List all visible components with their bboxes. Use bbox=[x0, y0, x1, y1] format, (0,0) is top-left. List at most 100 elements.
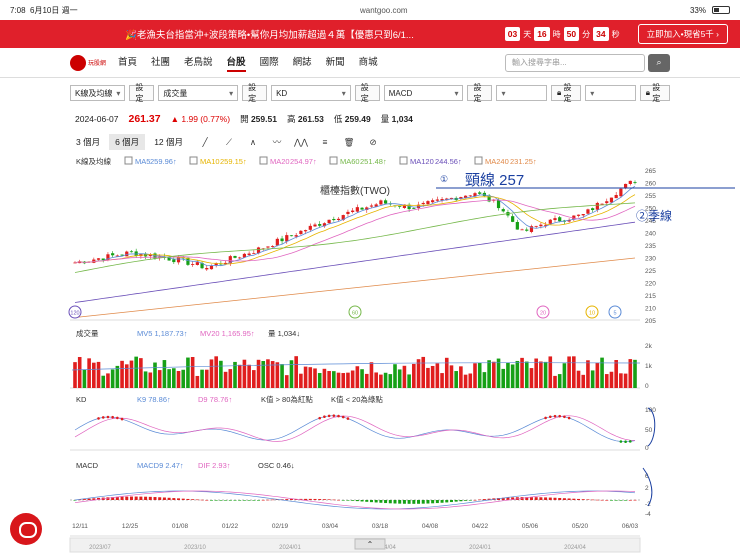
nav-item[interactable]: 網誌 bbox=[293, 54, 312, 72]
volume-bar bbox=[214, 356, 218, 388]
candle-body bbox=[609, 197, 614, 203]
nav-item[interactable]: 老鳥說 bbox=[184, 54, 213, 72]
volume-bar bbox=[539, 361, 543, 388]
countdown-unit: 天 bbox=[523, 29, 532, 39]
search-input[interactable]: 輸入搜尋字串... bbox=[505, 53, 645, 72]
candle-body bbox=[318, 224, 322, 226]
kd-green-dot bbox=[619, 440, 623, 443]
settings-button-5[interactable]: 🔒︎ 設定 bbox=[550, 83, 582, 103]
osc-bar bbox=[120, 496, 124, 500]
candle-body bbox=[346, 211, 350, 214]
select-extra-1[interactable] bbox=[496, 85, 547, 101]
y-tick-price: 230 bbox=[645, 256, 656, 263]
candle-body bbox=[275, 238, 279, 246]
fibonacci-icon[interactable]: ≡ bbox=[317, 135, 333, 149]
osc-bar bbox=[473, 499, 477, 501]
settings-button-1[interactable]: 設定 bbox=[129, 83, 155, 103]
volume-bar bbox=[487, 360, 491, 388]
select-volume[interactable]: 成交量 bbox=[158, 85, 239, 101]
select-extra-2[interactable] bbox=[585, 85, 636, 101]
ma-checkbox bbox=[189, 156, 198, 165]
osc-bar bbox=[134, 496, 138, 500]
chat-help-button[interactable] bbox=[10, 513, 42, 545]
candle-body bbox=[111, 253, 115, 256]
volume-bar bbox=[252, 370, 256, 388]
ma120-line bbox=[74, 221, 636, 303]
osc-bar bbox=[624, 500, 628, 501]
volume-bar bbox=[586, 360, 590, 388]
osc-bar bbox=[544, 497, 548, 500]
nav-item[interactable]: 國際 bbox=[260, 54, 279, 72]
eye-off-icon[interactable]: ⊘ bbox=[365, 135, 381, 149]
settings-button-2[interactable]: 設定 bbox=[242, 83, 268, 103]
candle-body bbox=[266, 246, 270, 248]
vol-value: 1,034 bbox=[391, 114, 413, 124]
volume-bar bbox=[120, 360, 124, 388]
kd-red-dot bbox=[332, 414, 336, 417]
osc-bar bbox=[351, 500, 355, 501]
search-button[interactable]: ⌕ bbox=[648, 53, 670, 72]
trash-icon[interactable]: 🗑︎ bbox=[341, 135, 357, 149]
osc-bar bbox=[595, 499, 599, 501]
nav-item[interactable]: 首頁 bbox=[118, 54, 137, 72]
select-kd[interactable]: KD bbox=[271, 85, 351, 101]
promo-banner[interactable]: 🎉老漁夫台指當沖+波段策略•幫你月均加薪超過４萬【優惠只到6/1... 03 天 1… bbox=[0, 20, 740, 48]
volume-bar bbox=[350, 370, 355, 388]
range-tab-12m[interactable]: 12 個月 bbox=[148, 134, 189, 150]
volume-bar bbox=[383, 372, 388, 388]
quote-price: 261.37 bbox=[128, 113, 161, 125]
osc-bar bbox=[449, 500, 453, 503]
macd-panel-title: MACD bbox=[76, 461, 99, 470]
volume-bar bbox=[402, 365, 407, 388]
select-macd[interactable]: MACD bbox=[383, 85, 464, 101]
volume-bar bbox=[313, 368, 317, 388]
site-logo[interactable]: 玩股網 bbox=[70, 52, 110, 74]
osc-bar bbox=[337, 499, 341, 501]
settings-button-4[interactable]: 設定 bbox=[467, 83, 493, 103]
x-tick: 03/18 bbox=[372, 523, 389, 530]
ray-line-icon[interactable]: ⟋ bbox=[221, 135, 237, 149]
join-button[interactable]: 立即加入•現省5千 › bbox=[637, 24, 728, 44]
osc-bar bbox=[346, 500, 350, 501]
osc-bar bbox=[313, 498, 317, 500]
trendline-icon[interactable]: ╱ bbox=[197, 135, 213, 149]
vol-panel-title: 成交量 bbox=[76, 328, 99, 338]
candle-body bbox=[369, 205, 374, 207]
candle-body bbox=[511, 216, 515, 222]
nav-item[interactable]: 台股 bbox=[226, 54, 246, 72]
osc-bar bbox=[125, 496, 129, 500]
dif-label: DIF 2.93↑ bbox=[198, 461, 231, 470]
volume-bar bbox=[444, 357, 449, 388]
pattern-icon[interactable]: ⋀⋀ bbox=[293, 135, 309, 149]
select-main[interactable]: K線及均線 bbox=[70, 85, 126, 101]
ma-line bbox=[74, 194, 636, 265]
zigzag-icon[interactable]: 〰 bbox=[269, 135, 285, 149]
osc-bar bbox=[609, 500, 613, 501]
settings-button-6[interactable]: 🔒︎ 設定 bbox=[639, 83, 670, 103]
y-tick-price: 210 bbox=[645, 306, 656, 313]
candle-body bbox=[534, 225, 538, 227]
nav-item[interactable]: 商城 bbox=[359, 54, 378, 72]
chart-canvas[interactable]: K線及均線 MA5 259.96↑ MA10 259.15↑ MA20 254.97↑ MA6… bbox=[0, 150, 740, 555]
nav-item[interactable]: 社團 bbox=[151, 54, 170, 72]
range-tab-6m[interactable]: 6 個月 bbox=[109, 134, 146, 150]
settings-button-3[interactable]: 設定 bbox=[354, 83, 380, 103]
kd-red-dot bbox=[544, 416, 547, 420]
chart-title: 櫃檯指數(TWO) bbox=[320, 184, 390, 197]
quote-change: ▲ 1.99 (0.77%) bbox=[170, 114, 231, 124]
volume-bar bbox=[346, 372, 350, 388]
url-bar[interactable]: wantgoo.com bbox=[360, 6, 408, 15]
volume-bar bbox=[369, 362, 374, 388]
nav-item[interactable]: 新聞 bbox=[326, 54, 345, 72]
promo-text: 🎉老漁夫台指當沖+波段策略•幫你月均加薪超過４萬【優惠只到6/1... bbox=[125, 30, 414, 41]
ma-checkbox bbox=[329, 156, 338, 165]
volume-bar bbox=[73, 362, 77, 388]
ma-name: MA240 bbox=[485, 157, 509, 166]
candle-body bbox=[176, 257, 181, 263]
countdown: 03 天 16 時 50 分 34 秒 bbox=[504, 27, 620, 41]
volume-bar bbox=[247, 364, 251, 388]
indicator-selectors: K線及均線 設定 成交量 設定 KD 設定 MACD 設定 🔒︎ 設定 🔒︎ 設… bbox=[0, 82, 740, 104]
volume-bar bbox=[110, 369, 115, 388]
range-tab-3m[interactable]: 3 個月 bbox=[70, 134, 106, 150]
wedge-icon[interactable]: ∧ bbox=[245, 135, 261, 149]
